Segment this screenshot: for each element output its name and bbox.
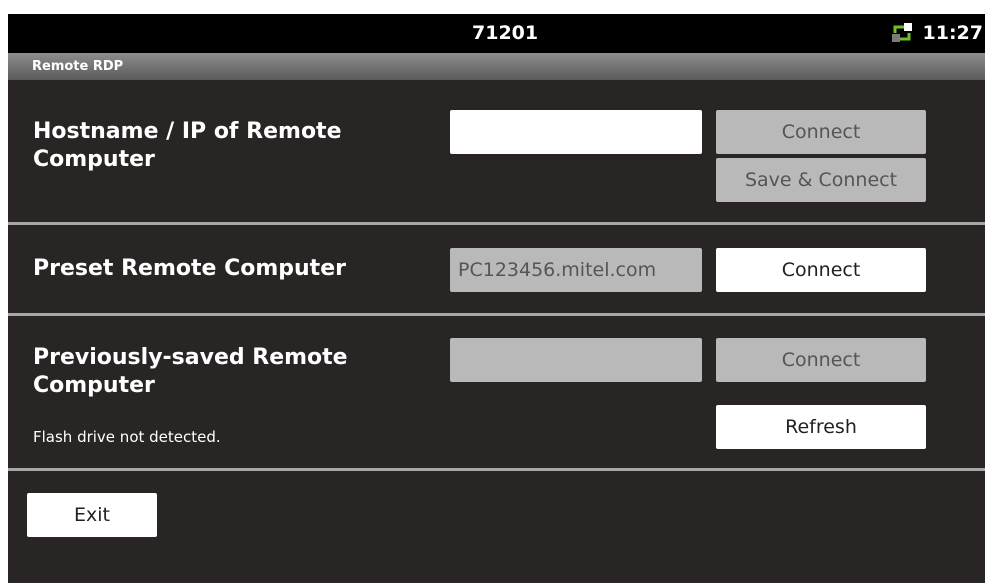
preset-computer-field: PC123456.mitel.com bbox=[450, 248, 702, 292]
saved-computer-field[interactable] bbox=[450, 338, 702, 382]
hostname-input[interactable] bbox=[450, 110, 702, 154]
section-divider bbox=[8, 468, 985, 471]
section-divider bbox=[8, 313, 985, 316]
status-right: 11:27 bbox=[891, 22, 983, 44]
clock: 11:27 bbox=[922, 22, 983, 44]
preset-label: Preset Remote Computer bbox=[33, 256, 346, 281]
exit-button[interactable]: Exit bbox=[27, 493, 157, 537]
refresh-button[interactable]: Refresh bbox=[716, 405, 926, 449]
flash-drive-status: Flash drive not detected. bbox=[33, 428, 221, 446]
saved-connect-button[interactable]: Connect bbox=[716, 338, 926, 382]
hostname-label: Hostname / IP of Remote Computer bbox=[33, 119, 342, 172]
preset-connect-button[interactable]: Connect bbox=[716, 248, 926, 292]
saved-computer-label: Previously-saved Remote Computer bbox=[33, 345, 348, 398]
device-screen: 71201 11:27 Remote RDP Hostname / IP of … bbox=[8, 14, 985, 583]
save-and-connect-button[interactable]: Save & Connect bbox=[716, 158, 926, 202]
extension-number: 71201 bbox=[472, 22, 539, 44]
hostname-connect-button[interactable]: Connect bbox=[716, 110, 926, 154]
network-activity-icon bbox=[891, 22, 913, 44]
app-title-bar: Remote RDP bbox=[8, 53, 985, 80]
status-bar: 71201 11:27 bbox=[8, 14, 985, 53]
section-divider bbox=[8, 222, 985, 225]
